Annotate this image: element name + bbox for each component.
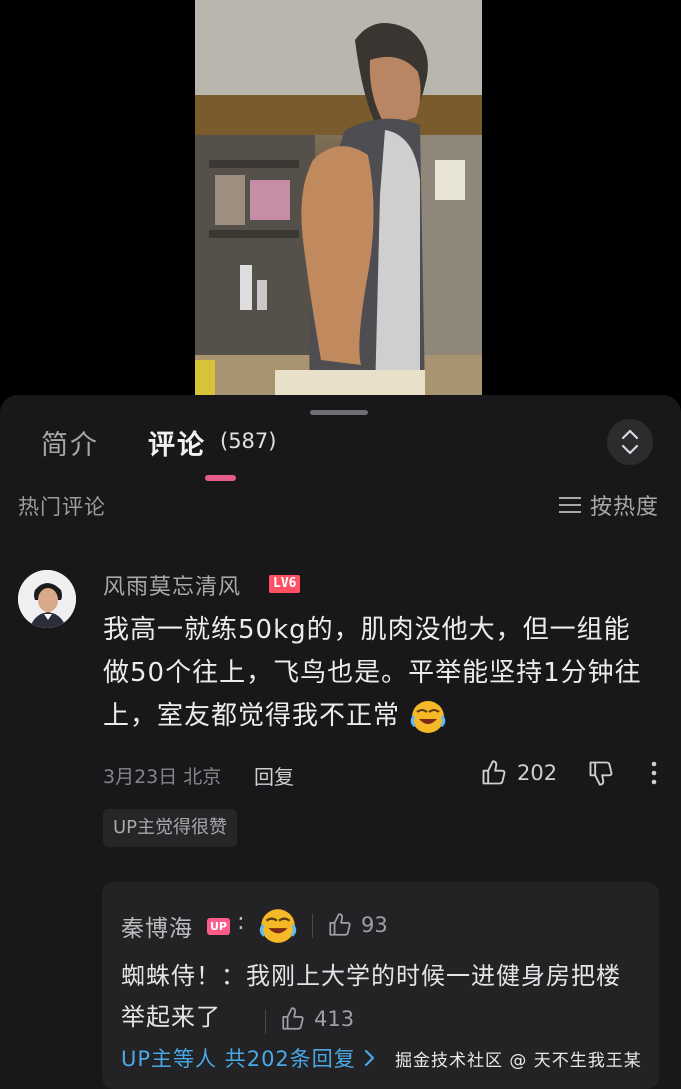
hot-comments-label: 热门评论: [18, 495, 106, 519]
crying-laugh-emoji: [411, 700, 446, 733]
thumbs-up-icon: [282, 1007, 304, 1030]
more-vertical-icon: [651, 761, 657, 785]
tab-intro[interactable]: 简介: [41, 423, 99, 462]
chevron-right-icon: [364, 1049, 374, 1067]
avatar[interactable]: [18, 570, 76, 628]
comment-text: 我高一就练50kg的，肌肉没他大，但一组能做50个往上，飞鸟也是。平举能坚持1分…: [103, 609, 648, 738]
reply-text: 蜘蛛侍！：我刚上大学的时候一进健身房把楼举起来了: [121, 962, 621, 1031]
up-tag: UP: [207, 918, 230, 935]
more-replies-label: UP主等人 共202条回复: [121, 1047, 356, 1071]
up-liked-badge: UP主觉得很赞: [103, 809, 238, 847]
sort-button[interactable]: 按热度: [558, 489, 659, 521]
tab-bar: 简介 评论 (587): [0, 419, 681, 483]
comment-body: 我高一就练50kg的，肌肉没他大，但一组能做50个往上，飞鸟也是。平举能坚持1分…: [103, 615, 642, 731]
comments-count: (587): [220, 429, 277, 453]
thumbs-up-icon: [329, 913, 351, 936]
drag-handle[interactable]: [310, 410, 368, 415]
avatar-image: [18, 570, 76, 628]
comment-date-location: 3月23日 北京: [103, 766, 222, 788]
tab-comments[interactable]: 评论: [148, 423, 206, 462]
thumbs-down-icon: [589, 761, 613, 786]
reply-like-count: 413: [314, 1007, 355, 1031]
reply-like-button[interactable]: 413: [280, 1006, 354, 1032]
expand-button[interactable]: [607, 419, 653, 465]
view-more-replies-link[interactable]: UP主等人 共202条回复: [121, 1043, 376, 1073]
video-frame[interactable]: [195, 0, 482, 395]
comments-header: 热门评论 按热度: [0, 487, 681, 527]
comments-sheet: 简介 评论 (587) 热门评论 按热度 风雨莫忘清风 LV6 我高一就练50k…: [0, 395, 681, 1089]
reply-like-button[interactable]: 93: [327, 912, 388, 938]
divider: [312, 914, 313, 938]
reply-button[interactable]: 回复: [254, 761, 294, 790]
thumbs-up-icon: [482, 760, 506, 785]
video-player[interactable]: [0, 0, 681, 395]
reply-username[interactable]: 秦博海: [121, 909, 193, 943]
watermark: 掘金技术社区 @ 天不生我王某: [395, 1051, 642, 1071]
crying-laugh-emoji: [259, 909, 297, 943]
like-count: 202: [517, 761, 558, 785]
reply-like-count: 93: [361, 913, 388, 937]
more-button[interactable]: [644, 759, 664, 791]
chevron-up-down-icon: [621, 429, 639, 455]
sort-list-icon: [558, 497, 581, 513]
divider: [265, 1010, 266, 1034]
video-scene: [195, 0, 482, 395]
level-badge: LV6: [269, 575, 301, 593]
sort-label: 按热度: [589, 495, 659, 520]
dislike-button[interactable]: [587, 759, 615, 791]
reply-separator: :: [237, 909, 245, 935]
active-tab-indicator: [205, 475, 236, 481]
comment-username[interactable]: 风雨莫忘清风: [103, 569, 241, 601]
like-button[interactable]: 202: [480, 759, 557, 787]
